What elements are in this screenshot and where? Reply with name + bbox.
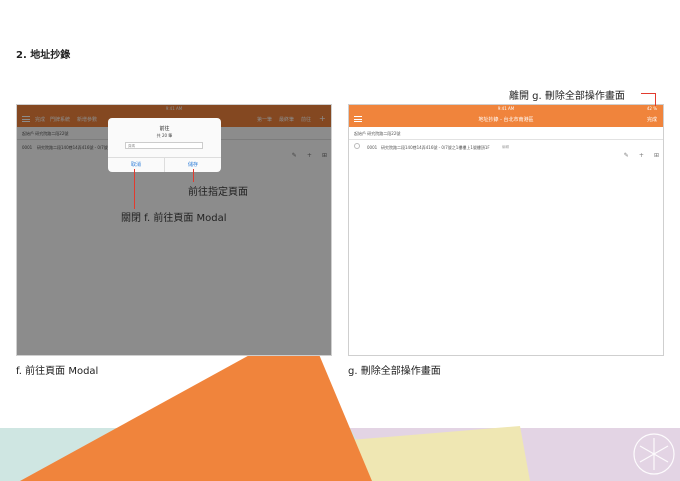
annotation-leave-g: 離開 g. 刪除全部操作畫面 <box>509 91 625 102</box>
page-input[interactable]: 頁碼 <box>125 142 203 149</box>
modal-cancel-button[interactable]: 取消 <box>108 161 164 168</box>
annotation-close-modal: 關閉 f. 前往頁面 Modal <box>121 213 227 224</box>
header-row: 起始戶 研究院路二段22號 <box>354 131 401 136</box>
grid-icon[interactable]: ⊞ <box>654 152 659 159</box>
annotation-goto-page: 前往指定頁面 <box>188 187 248 198</box>
done-button[interactable]: 完成 <box>647 116 657 123</box>
modal-title: 前往 <box>159 126 170 132</box>
nav-bar: 地址抄錄 - 台北市南港區 完成 <box>349 112 663 127</box>
list-row-tag: 編輯 <box>502 145 509 149</box>
battery-status: 42 % <box>646 106 657 111</box>
list-row-num: 0001 <box>367 145 378 150</box>
left-caption: f. 前往頁面 Modal <box>16 366 99 377</box>
right-screen: 9:41 AM 42 % 地址抄錄 - 台北市南港區 完成 起始戶 研究院路二段… <box>348 104 664 356</box>
list-row-text[interactable]: 研究院路二段140巷14弄416號 - 0/7號之1樓樓上1號樓頂1F <box>381 145 490 151</box>
plus-icon[interactable]: + <box>639 152 644 159</box>
section-title: 2. 地址抄錄 <box>16 50 71 61</box>
status-time: 9:41 AM <box>497 106 515 111</box>
right-caption: g. 刪除全部操作畫面 <box>348 366 441 377</box>
edit-icon[interactable]: ✎ <box>624 152 629 159</box>
nav-title: 地址抄錄 - 台北市南港區 <box>478 117 534 123</box>
modal-subtitle: 共 20 筆 <box>156 133 173 138</box>
select-circle-icon[interactable] <box>354 143 360 149</box>
modal-confirm-button[interactable]: 儲存 <box>165 161 221 168</box>
status-bar: 9:41 AM 42 % <box>349 105 663 112</box>
goto-modal: 前往 共 20 筆 頁碼 取消 儲存 <box>108 118 221 172</box>
left-screen: 9:41 AM 完成 門牌系統 新增參數 第一筆 最終筆 前往 + 起始戶 研究… <box>16 104 332 356</box>
row-actions: ✎ + ⊞ <box>619 142 659 161</box>
page-input-placeholder: 頁碼 <box>128 144 135 148</box>
